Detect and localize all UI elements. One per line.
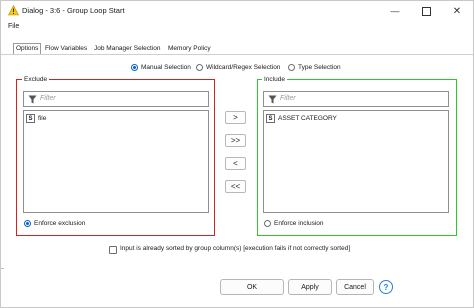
- manual-selection-label: Manual Selection: [141, 64, 191, 71]
- exclude-filter-input[interactable]: Filter: [23, 91, 209, 107]
- menu-file[interactable]: File: [8, 23, 19, 30]
- close-icon[interactable]: ✕: [446, 3, 468, 19]
- include-filter-input[interactable]: Filter: [263, 91, 449, 107]
- list-item-label: file: [38, 114, 47, 122]
- warning-triangle-icon: [8, 5, 19, 16]
- wildcard-regex-selection-label: Wildcard/Regex Selection: [206, 64, 281, 71]
- sorted-checkbox[interactable]: [109, 246, 117, 254]
- cancel-button[interactable]: Cancel: [336, 279, 374, 295]
- exclude-list[interactable]: S file: [23, 110, 209, 213]
- enforce-exclusion-radio[interactable]: [24, 220, 31, 227]
- sorted-checkbox-label: Input is already sorted by group column(…: [120, 245, 351, 252]
- string-type-icon: S: [266, 113, 275, 123]
- enforce-inclusion-label: Enforce inclusion: [274, 220, 324, 227]
- window-title: Dialog - 3:6 - Group Loop Start: [22, 6, 125, 15]
- include-list[interactable]: S ASSET CATEGORY: [263, 110, 449, 213]
- remove-button[interactable]: <: [225, 157, 246, 170]
- exclude-title: Exclude: [22, 75, 50, 84]
- filter-icon: [28, 95, 37, 104]
- list-item-label: ASSET CATEGORY: [278, 114, 337, 122]
- list-item[interactable]: S file: [26, 113, 46, 123]
- type-selection-label: Type Selection: [298, 64, 341, 71]
- maximize-icon[interactable]: [415, 3, 437, 19]
- exclude-filter-placeholder: Filter: [40, 95, 56, 102]
- include-panel: Include Filter S ASSET CATEGORY Enforce …: [257, 75, 457, 236]
- ok-button[interactable]: OK: [220, 279, 284, 295]
- wildcard-regex-selection-radio[interactable]: [196, 64, 203, 71]
- type-selection-radio[interactable]: [288, 64, 295, 71]
- help-button[interactable]: ?: [379, 280, 393, 294]
- add-all-button[interactable]: >>: [225, 134, 246, 147]
- divider: [0, 268, 4, 269]
- minimize-icon[interactable]: —: [384, 3, 406, 19]
- exclude-panel: Exclude Filter S file Enforce exclusion: [16, 75, 215, 236]
- include-filter-placeholder: Filter: [280, 95, 296, 102]
- tab-divider: [0, 54, 474, 55]
- add-button[interactable]: >: [225, 111, 246, 124]
- enforce-exclusion-label: Enforce exclusion: [34, 220, 86, 227]
- string-type-icon: S: [26, 113, 35, 123]
- apply-button[interactable]: Apply: [288, 279, 332, 295]
- filter-icon: [268, 95, 277, 104]
- remove-all-button[interactable]: <<: [225, 180, 246, 193]
- manual-selection-radio[interactable]: [131, 64, 138, 71]
- include-title: Include: [262, 75, 287, 84]
- enforce-inclusion-radio[interactable]: [264, 220, 271, 227]
- list-item[interactable]: S ASSET CATEGORY: [266, 113, 337, 123]
